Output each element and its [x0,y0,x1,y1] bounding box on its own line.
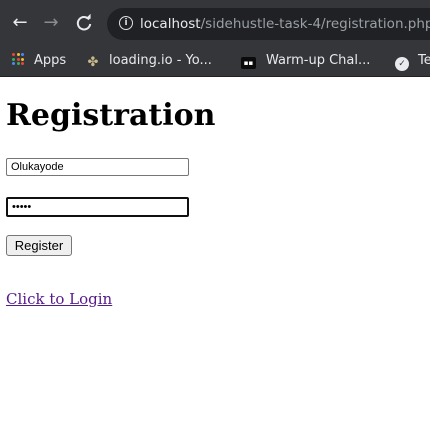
back-icon[interactable]: ← [9,12,31,34]
username-field[interactable] [6,158,189,176]
url-text[interactable]: localhost/sidehustle-task-4/registration… [140,15,430,33]
bookmark-label: Te [418,53,430,68]
bookmark-apps[interactable]: Apps [12,52,66,70]
bookmark-te[interactable]: ✓ Te [395,52,430,71]
login-link[interactable]: Click to Login [6,289,112,309]
globe-icon: ✓ [395,57,409,71]
apps-grid-icon [12,53,24,65]
address-bar[interactable]: i localhost/sidehustle-task-4/registrati… [107,8,430,40]
bookmarks-bar: Apps ✤ loading.io - Yo... ▪▪ Warm-up Chal.… [0,47,430,77]
register-button[interactable]: Register [6,235,72,256]
bookmark-loading-io[interactable]: ✤ loading.io - Yo... [86,52,212,70]
warmup-icon: ▪▪ [241,57,256,69]
url-path: /sidehustle-task-4/registration.php [200,16,430,32]
bookmark-label: Apps [34,53,67,68]
password-field[interactable] [6,197,189,217]
browser-toolbar: ← → i localhost/sidehustle-task-4/regist… [0,0,430,47]
page-title: Registration [6,98,216,133]
reload-icon[interactable] [73,12,95,34]
forward-icon[interactable]: → [40,12,62,34]
url-host: localhost [140,16,201,32]
bookmark-warmup[interactable]: ▪▪ Warm-up Chal... [241,52,370,70]
bookmark-label: loading.io - Yo... [109,53,212,68]
reload-icon-svg [76,13,92,31]
loading-io-icon: ✤ [87,55,99,70]
bookmark-label: Warm-up Chal... [266,53,371,68]
info-icon[interactable]: i [119,16,133,30]
